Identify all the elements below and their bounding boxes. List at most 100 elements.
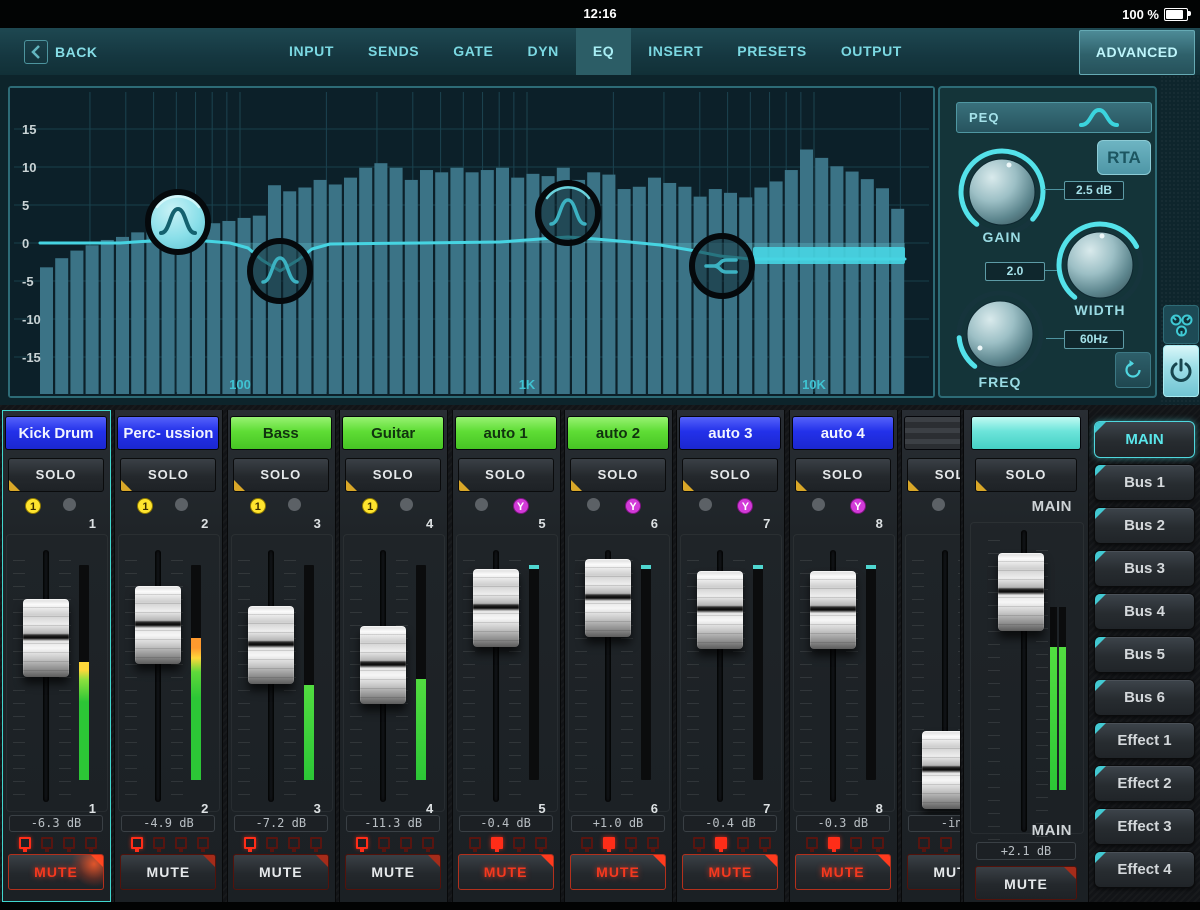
mute-button[interactable]: MUTE [457, 854, 554, 890]
mute-button[interactable]: MUTE [8, 854, 104, 890]
rta-bar [222, 220, 236, 394]
mute-group-icon [63, 837, 75, 852]
solo-button[interactable]: SOLO [232, 458, 329, 492]
tab-input[interactable]: INPUT [272, 28, 351, 75]
mute-button[interactable]: MUTE [570, 854, 666, 890]
mute-group-indicators [340, 837, 447, 853]
mute-button[interactable]: MUTE [345, 854, 442, 890]
solo-button[interactable]: SOLO [457, 458, 554, 492]
fader-knob[interactable] [135, 586, 182, 664]
x-axis-tick: 10K [802, 377, 826, 392]
fader-knob[interactable] [23, 599, 69, 677]
mute-button[interactable]: MUTE [682, 854, 779, 890]
mute-button[interactable]: MUTE [120, 854, 217, 890]
solo-button[interactable]: SOLO [570, 458, 666, 492]
channel-label[interactable] [904, 416, 961, 450]
fader-knob[interactable] [697, 571, 744, 649]
solo-button[interactable]: SOLO [794, 458, 891, 492]
channel-strip: auto 4 SOLO Y 8 8 -0.3 dB MUTE [788, 410, 898, 902]
mute-group-icon [175, 837, 188, 852]
solo-corner-fold [121, 480, 133, 491]
bus-button-main[interactable]: MAIN [1094, 421, 1195, 458]
db-readout: -0.4 dB [458, 815, 553, 832]
channel-label[interactable]: auto 2 [567, 416, 669, 450]
channel-badge-yellow: 1 [25, 498, 41, 514]
gain-knob[interactable] [952, 142, 1052, 242]
mute-button[interactable]: MUTE [907, 854, 961, 890]
fader-knob[interactable] [472, 569, 519, 647]
eq-power-button[interactable] [1163, 345, 1199, 397]
main-fader-knob[interactable] [998, 553, 1044, 631]
channel-label[interactable]: Kick Drum [5, 416, 107, 450]
meter-fill [416, 678, 427, 780]
solo-button[interactable]: SOLO [907, 458, 961, 492]
solo-button[interactable]: SOLO [345, 458, 442, 492]
eq-type-selector[interactable]: PEQ [956, 102, 1152, 133]
mixer-section: Kick Drum SOLO 1 1 1 -6.3 dB MUTE Perc- … [0, 405, 1200, 902]
tab-presets[interactable]: PRESETS [720, 28, 824, 75]
main-mute-button[interactable]: MUTE [975, 866, 1077, 900]
bus-corner-fold [1095, 594, 1106, 605]
bus-button-bus-2[interactable]: Bus 2 [1094, 507, 1195, 544]
mute-button[interactable]: MUTE [794, 854, 891, 890]
main-channel-label[interactable] [971, 416, 1081, 450]
mute-group-icon [400, 837, 413, 852]
bus-button-bus-5[interactable]: Bus 5 [1094, 636, 1195, 673]
eq-band-handle-1[interactable] [145, 189, 211, 255]
fader-knob[interactable] [809, 571, 856, 649]
channel-label[interactable]: auto 3 [679, 416, 782, 450]
mixer-view-button[interactable] [1163, 305, 1199, 344]
bus-button-bus-1[interactable]: Bus 1 [1094, 464, 1195, 501]
eq-band-handle-2[interactable] [247, 238, 313, 304]
channel-label[interactable]: Guitar [342, 416, 445, 450]
eq-graph-svg: 15 10 5 0 -5 -10 -15 100 1K 10K [10, 88, 933, 396]
channel-label[interactable]: auto 4 [791, 416, 894, 450]
fader-scale-ticks [59, 560, 71, 798]
fader-knob[interactable] [585, 559, 631, 637]
back-button[interactable]: BACK [24, 28, 97, 75]
channel-badge-dot [400, 498, 414, 511]
bus-button-effect-4[interactable]: Effect 4 [1094, 851, 1195, 888]
bus-button-bus-6[interactable]: Bus 6 [1094, 679, 1195, 716]
tab-dyn[interactable]: DYN [511, 28, 576, 75]
mute-button[interactable]: MUTE [232, 854, 329, 890]
solo-button[interactable]: SOLO [8, 458, 104, 492]
tab-sends[interactable]: SENDS [351, 28, 436, 75]
advanced-button[interactable]: ADVANCED [1079, 30, 1195, 75]
mute-corner-fold [877, 855, 890, 867]
bus-button-bus-4[interactable]: Bus 4 [1094, 593, 1195, 630]
width-knob[interactable] [1050, 215, 1150, 315]
bus-button-effect-1[interactable]: Effect 1 [1094, 722, 1195, 759]
mute-group-indicators [3, 837, 110, 853]
tab-gate[interactable]: GATE [436, 28, 510, 75]
fader-knob[interactable] [247, 606, 294, 684]
mute-label: MUTE [820, 864, 865, 880]
channel-label[interactable]: Bass [229, 416, 332, 450]
rta-button[interactable]: RTA [1097, 140, 1151, 175]
channel-badge-magenta: Y [849, 498, 866, 514]
y-axis-tick: 5 [22, 198, 29, 213]
eq-band-handle-3[interactable] [535, 180, 601, 246]
rta-bar [876, 188, 889, 394]
solo-button[interactable]: SOLO [682, 458, 779, 492]
fader-knob[interactable] [922, 731, 961, 809]
mute-corner-fold [315, 855, 328, 867]
reset-button[interactable] [1115, 352, 1151, 388]
bus-button-effect-3[interactable]: Effect 3 [1094, 808, 1195, 845]
main-solo-button[interactable]: SOLO [975, 458, 1077, 492]
channel-number-bottom: 1 [88, 801, 96, 816]
channel-label[interactable]: auto 1 [454, 416, 557, 450]
eq-band-handle-4[interactable] [689, 233, 755, 299]
bus-button-bus-3[interactable]: Bus 3 [1094, 550, 1195, 587]
rta-bar [678, 186, 692, 394]
fader-knob[interactable] [360, 626, 407, 704]
tab-output[interactable]: OUTPUT [824, 28, 919, 75]
eq-graph-panel[interactable]: 15 10 5 0 -5 -10 -15 100 1K 10K [8, 86, 935, 398]
solo-button[interactable]: SOLO [120, 458, 217, 492]
tab-eq[interactable]: EQ [575, 28, 632, 75]
mute-group-indicators [677, 837, 784, 853]
channel-label[interactable]: Perc- ussion [117, 416, 220, 450]
bus-button-effect-2[interactable]: Effect 2 [1094, 765, 1195, 802]
freq-knob[interactable] [950, 284, 1050, 384]
tab-insert[interactable]: INSERT [631, 28, 720, 75]
